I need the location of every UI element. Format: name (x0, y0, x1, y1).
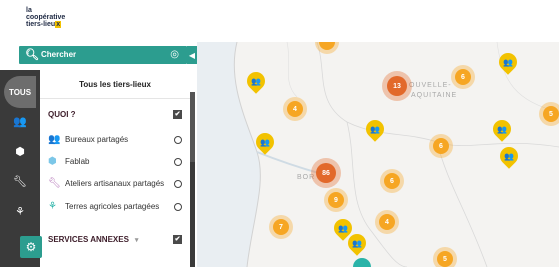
rail-item-people[interactable]: 👥 (0, 106, 40, 136)
panel-title: Tous les tiers-lieux (79, 80, 151, 89)
rail-item-tous[interactable]: TOUS (4, 76, 36, 108)
chevron-down-icon[interactable]: ▾ (135, 237, 139, 244)
category-item[interactable]: 👥 Bureaux partagés (48, 134, 190, 148)
category-label: Ateliers artisanaux partagés (65, 179, 165, 188)
divider (40, 98, 190, 99)
logo-line-3: tiers-lieux (26, 21, 65, 28)
gear-icon: ⚙ (25, 240, 37, 254)
people-icon: 👥 (352, 238, 362, 248)
logo-line-3-text: tiers-lieu (26, 21, 56, 28)
logo-line-1: la (26, 7, 32, 14)
rail-item-farm[interactable]: ⚘ (0, 196, 40, 226)
search-icon: 🔍︎ (25, 49, 39, 61)
map-cluster[interactable]: 9 (328, 192, 344, 208)
filter-panel: Tous les tiers-lieux QUOI ? ✔ 👥 Bureaux … (40, 70, 190, 267)
people-icon: 👥 (504, 151, 514, 161)
plant-icon: ⚘ (48, 201, 57, 212)
people-icon: 👥 (497, 124, 507, 134)
people-icon: 👥 (251, 76, 261, 86)
people-icon: 👥 (13, 115, 27, 128)
map-cluster[interactable]: 86 (316, 163, 336, 183)
category-item[interactable]: ⚘ Terres agricoles partagées (48, 201, 190, 215)
wrench-icon: 🔧︎ (48, 178, 61, 189)
people-icon: 👥 (338, 223, 348, 233)
map-cluster[interactable]: 6 (455, 69, 471, 85)
section-quoi[interactable]: QUOI ? ✔ (48, 110, 190, 124)
collapse-panel-button[interactable]: ◀ (187, 46, 197, 64)
category-radio[interactable] (174, 203, 182, 211)
category-item[interactable]: ⬢ Fablab (48, 156, 190, 170)
people-icon: 👥 (260, 137, 270, 147)
section-label: SERVICES ANNEXES (48, 235, 129, 244)
plant-icon: ⚘ (15, 205, 25, 218)
logo-line-2: coopérative (26, 14, 66, 21)
wrench-icon: 🔧︎ (13, 175, 27, 188)
settings-button[interactable]: ⚙ (20, 236, 42, 258)
people-icon: 👥 (370, 124, 380, 134)
rail-item-fablab[interactable]: ⬢ (0, 136, 40, 166)
category-item[interactable]: 🔧︎ Ateliers artisanaux partagés (48, 178, 190, 192)
section-checkbox[interactable]: ✔ (173, 235, 182, 244)
map-cluster[interactable]: 13 (387, 76, 407, 96)
cube-icon: ⬢ (15, 145, 25, 158)
map[interactable]: OUVELLE- AQUITAINE BOR 13 6 4 6 86 6 9 7… (197, 42, 559, 267)
category-radio[interactable] (174, 136, 182, 144)
people-icon: 👥 (48, 134, 61, 145)
map-cluster[interactable]: 6 (433, 138, 449, 154)
cube-icon: ⬢ (48, 156, 57, 167)
category-radio[interactable] (174, 180, 182, 188)
map-cluster[interactable]: 5 (437, 251, 453, 267)
category-label: Fablab (65, 157, 90, 166)
locate-icon[interactable]: ◎ (170, 49, 179, 60)
map-cluster[interactable]: 5 (543, 106, 559, 122)
search-input[interactable]: Chercher (41, 50, 76, 59)
region-label-line-2: AQUITAINE (411, 92, 458, 99)
map-cluster[interactable]: 4 (287, 101, 303, 117)
map-cluster[interactable]: 6 (384, 173, 400, 189)
section-label: QUOI ? (48, 110, 76, 119)
section-services[interactable]: SERVICES ANNEXES ▾ ✔ (48, 235, 190, 249)
region-label-line-1: OUVELLE- (409, 82, 452, 89)
map-cluster[interactable]: 4 (379, 214, 395, 230)
section-checkbox[interactable]: ✔ (173, 110, 182, 119)
search-bar[interactable]: 🔍︎ Chercher ◎ (19, 46, 187, 64)
people-icon: 👥 (503, 57, 513, 67)
category-label: Terres agricoles partagées (65, 202, 160, 211)
category-radio[interactable] (174, 158, 182, 166)
city-label: BOR (297, 174, 316, 181)
category-label: Bureaux partagés (65, 135, 129, 144)
map-cluster[interactable]: 7 (273, 219, 289, 235)
app-header: la coopérative tiers-lieux (0, 0, 559, 43)
logo-highlight: x (55, 21, 62, 28)
logo[interactable]: la coopérative tiers-lieux (26, 7, 65, 28)
rail-item-workshop[interactable]: 🔧︎ (0, 166, 40, 196)
scrollbar-thumb[interactable] (190, 92, 195, 162)
